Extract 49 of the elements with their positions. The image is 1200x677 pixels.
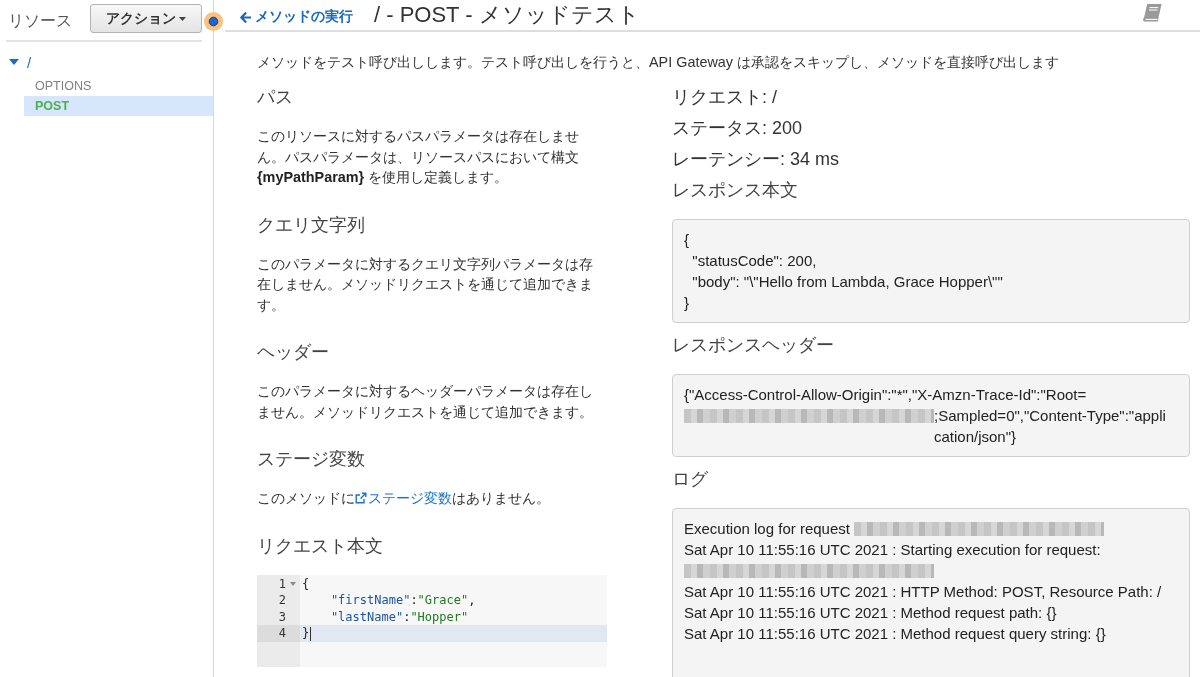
line-number: 2 [278, 592, 286, 609]
log-text: Execution log for request [684, 520, 851, 537]
latency-text: レーテンシー: 34 ms [672, 148, 841, 171]
json-line: "body": "\"Hello from Lambda, Grace Hopper\"" [691, 272, 1004, 292]
header-text: ;Sampled=0","Content-Type":"application/json"} [934, 406, 1167, 447]
json-line: } [684, 293, 690, 313]
request-path-text: リクエスト: / [672, 86, 778, 109]
code-line: "firstName":"Grace", [329, 592, 477, 609]
section-text: このメソッドに ステージ変数はありません。 [257, 489, 551, 508]
code-line: "lastName":"Hopper" [329, 608, 470, 626]
code-editor[interactable]: 1 2 3 4 { "firstName":"Grace", "lastName":"Hopper" } [257, 574, 607, 667]
drag-handle-icon[interactable] [204, 12, 223, 31]
section-heading: レスポンス本文 [672, 179, 799, 202]
line-number: 3 [278, 608, 286, 626]
log-text: Sat Apr 10 11:55:16 UTC 2021 : Starting execution for request: [684, 541, 1101, 558]
resources-label: リソース [8, 11, 72, 31]
section-text: このパラメータに対するヘッダーパラメータは存在しません。メソッドリクエストを通じて追加できます。 [257, 382, 594, 422]
line-number: 1 [278, 575, 286, 593]
section-heading: ヘッダー [257, 341, 330, 364]
line-number: 4 [278, 625, 286, 642]
log-text: Sat Apr 10 11:55:16 UTC 2021 : Method request path: {} [684, 604, 1057, 621]
section-heading: パス [257, 86, 294, 109]
caret-icon [179, 16, 186, 21]
text-cursor-icon [310, 626, 312, 641]
stage-variables-link[interactable]: ステージ変数 [355, 490, 452, 506]
tree-item[interactable]: OPTIONS [24, 76, 213, 96]
log-text: Sat Apr 10 11:55:16 UTC 2021 : Method request query string: {} [684, 625, 1106, 642]
arrow-left-icon [240, 11, 251, 23]
section-heading: クエリ文字列 [257, 213, 366, 237]
code-line: { [301, 575, 311, 593]
actions-button[interactable]: アクション [90, 4, 202, 33]
section-heading: ログ [672, 468, 709, 491]
header-text: {"Access-Control-Allow-Origin":"*","X-Amzn-Trace-Id":"Root= [684, 386, 1087, 403]
back-link[interactable]: メソッドの実行 [240, 8, 353, 26]
book-icon[interactable] [1142, 4, 1162, 22]
tree-node[interactable]: / [0, 51, 32, 73]
log-text: Sat Apr 10 11:55:16 UTC 2021 : HTTP Method: POST, Resource Path: / [684, 583, 1162, 600]
section-text: このパラメータに対するクエリ文字列パラメータは存在しません。メソッドリクエストを通じて追加できます。 [257, 254, 594, 315]
section-heading: ステージ変数 [257, 448, 366, 471]
section-text: このリソースに対するパスパラメータは存在しません。パスパラメータは、リソースパスにおいて構文 {myPathParam} を使用し定義します。 [257, 127, 580, 187]
page-title: / - POST - メソッドテスト [374, 1, 640, 29]
json-line: "statusCode": 200, [691, 251, 818, 271]
status-text: ステータス: 200 [672, 117, 804, 140]
description-text: メソッドをテスト呼び出しします。テスト呼び出しを行うと、API Gateway は承認をスキップし、メソッドを直接呼び出します [257, 53, 1060, 71]
external-link-icon [355, 492, 367, 504]
section-heading: レスポンスヘッダー [672, 334, 835, 357]
json-line: { [684, 230, 690, 250]
caret-icon[interactable] [290, 581, 296, 586]
section-heading: リクエスト本文 [257, 534, 384, 558]
